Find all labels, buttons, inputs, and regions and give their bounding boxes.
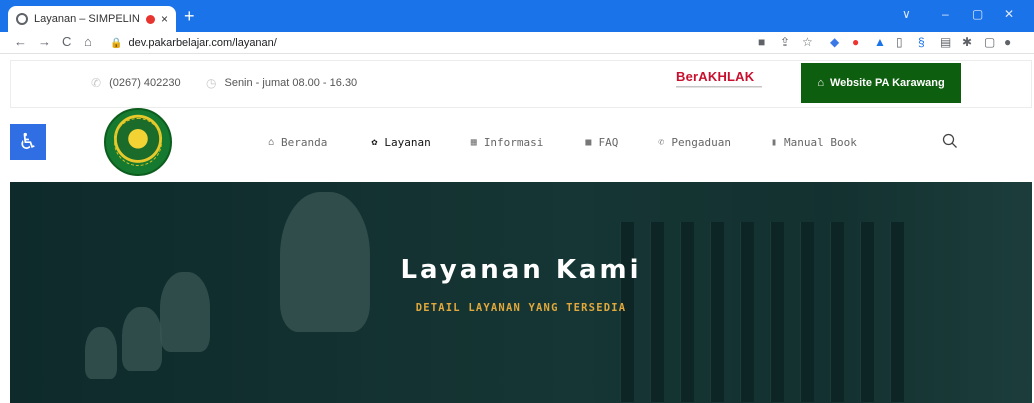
nav-label-informasi: Informasi: [483, 135, 544, 149]
browser-tab[interactable]: Layanan – SIMPELIN – Peng ×: [8, 6, 176, 32]
main-navigation: ⌂ Beranda ✿ Layanan ▦ Informasi ■ FAQ ✆ …: [268, 132, 857, 152]
logo-ring: [114, 118, 162, 166]
reload-button[interactable]: C: [62, 34, 71, 49]
search-icon[interactable]: [942, 133, 958, 149]
hours-info: ◷ Senin - jumat 08.00 - 16.30: [206, 76, 357, 90]
recording-icon: [145, 14, 155, 24]
back-button[interactable]: ←: [14, 34, 27, 49]
camera-icon[interactable]: ■: [758, 35, 765, 49]
berakhlak-logo: BerAKHLAK: [676, 69, 776, 99]
note-icon[interactable]: ▯: [896, 35, 903, 49]
berakhlak-tagline-graphic: [676, 85, 776, 90]
website-pa-label: Website PA Karawang: [829, 77, 945, 89]
address-bar[interactable]: 🔒 dev.pakarbelajar.com/layanan/: [110, 34, 277, 52]
website-pa-button[interactable]: ⌂ Website PA Karawang: [801, 63, 961, 103]
site-logo[interactable]: [104, 108, 172, 176]
grad-cap-icon[interactable]: ▲: [874, 35, 886, 49]
lock-icon: 🔒: [110, 37, 123, 49]
hero-banner: Layanan Kami DETAIL LAYANAN YANG TERSEDI…: [10, 182, 1032, 403]
hero-title: Layanan Kami: [400, 255, 642, 285]
nav-item-pengaduan[interactable]: ✆ Pengaduan: [658, 136, 731, 149]
nav-label-pengaduan: Pengaduan: [671, 135, 731, 149]
opening-hours: Senin - jumat 08.00 - 16.30: [224, 77, 358, 89]
site-topbar: ✆ (0267) 402230 ◷ Senin - jumat 08.00 - …: [10, 60, 1032, 108]
extension-icon[interactable]: ◆: [830, 35, 839, 49]
browser-toolbar: ← → C ⌂ 🔒 dev.pakarbelajar.com/layanan/ …: [0, 32, 1034, 54]
close-window-button[interactable]: ✕: [1004, 7, 1014, 21]
chat-icon: ■: [585, 136, 592, 148]
tab-close-button[interactable]: ×: [161, 12, 168, 26]
nav-item-layanan[interactable]: ✿ Layanan: [371, 136, 430, 149]
berakhlak-wordmark: BerAKHLAK: [676, 69, 755, 84]
megaphone-icon: ✆: [658, 136, 665, 148]
minimize-button[interactable]: –: [942, 7, 949, 21]
nav-label-faq: FAQ: [598, 135, 619, 149]
wheelchair-icon: ♿: [18, 129, 38, 154]
home-button[interactable]: ⌂: [84, 34, 92, 49]
new-tab-button[interactable]: +: [184, 6, 195, 26]
profile-avatar[interactable]: ●: [1004, 35, 1011, 49]
nav-label-beranda: Beranda: [281, 135, 328, 149]
home-icon: ⌂: [268, 136, 275, 148]
nav-item-manual-book[interactable]: ▮ Manual Book: [771, 136, 857, 149]
phone-info: ✆ (0267) 402230: [91, 76, 181, 90]
nav-label-layanan: Layanan: [384, 135, 431, 149]
book-icon: ▮: [770, 136, 777, 148]
phone-icon: ✆: [91, 76, 102, 90]
share-icon[interactable]: ⇪: [780, 35, 790, 49]
nav-item-informasi[interactable]: ▦ Informasi: [471, 136, 544, 149]
globe-icon: [16, 13, 28, 25]
opera-icon[interactable]: ●: [852, 35, 859, 49]
browser-tabstrip: Layanan – SIMPELIN – Peng × + ∨ – ▢ ✕: [0, 0, 1034, 32]
gear-icon: ✿: [371, 136, 378, 148]
screen-icon[interactable]: ▤: [940, 35, 951, 49]
bookmark-star-icon[interactable]: ☆: [802, 35, 813, 49]
hero-overlay: [10, 182, 1032, 403]
accessibility-button[interactable]: ♿: [10, 124, 46, 160]
nav-item-beranda[interactable]: ⌂ Beranda: [268, 136, 327, 149]
hero-subtitle: DETAIL LAYANAN YANG TERSEDIA: [415, 302, 627, 314]
puzzle-icon[interactable]: ✱: [962, 35, 972, 49]
url-text: dev.pakarbelajar.com/layanan/: [128, 37, 277, 49]
tab-title: Layanan – SIMPELIN – Peng: [34, 13, 140, 25]
nav-label-manual-book: Manual Book: [784, 135, 857, 149]
maximize-button[interactable]: ▢: [972, 7, 983, 21]
list-icon: ▦: [470, 136, 477, 148]
tab-search-icon[interactable]: ∨: [902, 7, 911, 21]
forward-button[interactable]: →: [38, 34, 51, 49]
phone-number: (0267) 402230: [109, 77, 181, 89]
translate-icon[interactable]: §: [918, 35, 925, 49]
courthouse-icon: ⌂: [817, 77, 824, 89]
nav-item-faq[interactable]: ■ FAQ: [585, 136, 618, 149]
clock-icon: ◷: [206, 76, 217, 90]
sidebar-icon[interactable]: ▢: [984, 35, 995, 49]
